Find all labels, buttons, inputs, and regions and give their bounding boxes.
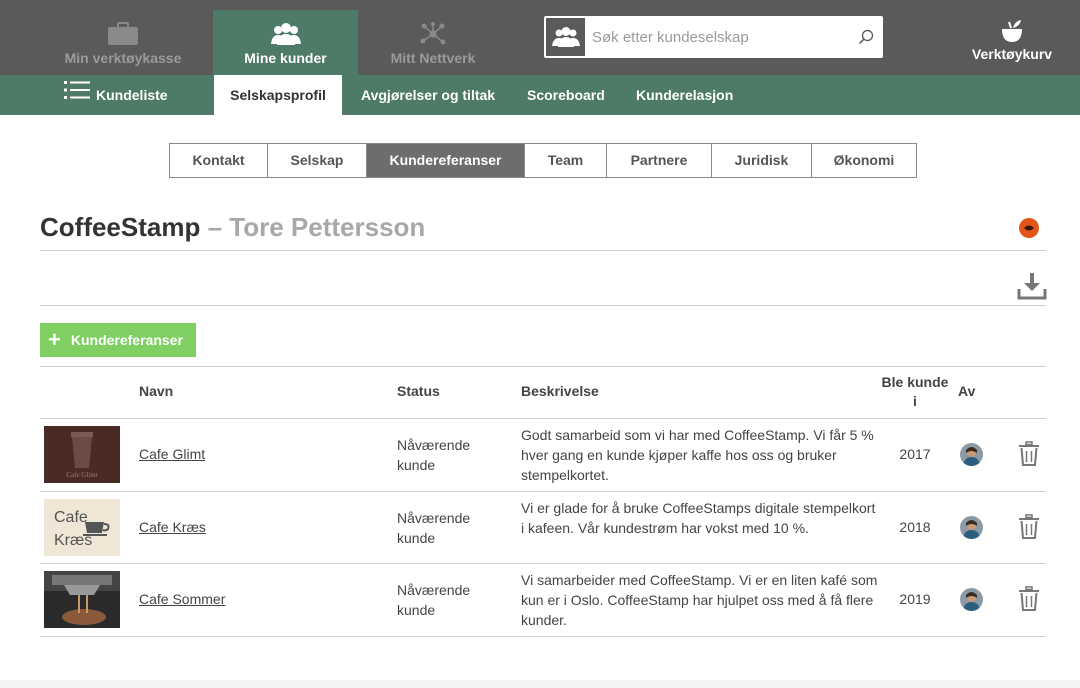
customer-search — [544, 16, 883, 58]
basket-icon — [999, 16, 1025, 44]
table-row: Cafe Kræs Cafe Kræs Nåværende kunde Vi e… — [40, 492, 1046, 564]
cafe-glimt-logo-text: Cafe Glimt — [66, 471, 97, 479]
reference-year: 2018 — [899, 518, 931, 535]
subnav-customer-list[interactable]: Kundeliste — [46, 75, 186, 115]
title-separator: – — [207, 212, 223, 242]
subnav-decisions[interactable]: Avgjørelser og tiltak — [343, 75, 513, 115]
nav-my-toolbox[interactable]: Min verktøykasse — [58, 10, 188, 75]
nav-my-network-label: Mitt Nettverk — [390, 49, 476, 66]
download-icon[interactable] — [1017, 272, 1047, 300]
reference-description: Vi er glade for å bruke CoffeeStamps dig… — [521, 499, 876, 536]
reference-year: 2017 — [899, 446, 931, 462]
subnav-scoreboard[interactable]: Scoreboard — [509, 75, 623, 115]
table-row: Cafe Sommer Nåværende kunde Vi samarbeid… — [40, 564, 1046, 637]
toolbasket-button[interactable]: Verktøykurv — [966, 16, 1058, 66]
add-customer-reference-label: Kundereferanser — [70, 332, 183, 348]
divider — [40, 305, 1046, 306]
trash-icon[interactable] — [1018, 513, 1040, 540]
user-avatar-icon[interactable] — [960, 515, 983, 539]
customer-references-table: Navn Status Beskrivelse Ble kunde i Av C… — [40, 366, 1046, 637]
status-indicator-icon[interactable] — [1019, 218, 1039, 238]
subnav-customer-list-label: Kundeliste — [96, 87, 168, 103]
hamburger-icon — [64, 75, 90, 115]
subnav-company-profile[interactable]: Selskapsprofil — [214, 75, 342, 115]
cafe-kraes-logo-text-1: Cafe — [54, 509, 88, 526]
tab-economy[interactable]: Økonomi — [812, 144, 916, 177]
people-icon — [269, 20, 303, 46]
company-name: CoffeeStamp — [40, 212, 201, 242]
contact-person: Tore Pettersson — [229, 212, 426, 242]
column-header-name[interactable]: Navn — [139, 383, 173, 399]
reference-name-link[interactable]: Cafe Kræs — [139, 519, 206, 535]
reference-status: Nåværende kunde — [397, 509, 471, 546]
secondary-navigation-bar: Kundeliste Selskapsprofil Avgjørelser og… — [0, 75, 1080, 115]
table-header: Navn Status Beskrivelse Ble kunde i Av — [40, 367, 1046, 419]
tab-partners[interactable]: Partnere — [607, 144, 712, 177]
top-navigation-bar: Min verktøykasse Mine kunder Mitt Nettve… — [0, 0, 1080, 75]
divider — [40, 250, 1046, 251]
tab-customer-references[interactable]: Kundereferanser — [367, 144, 525, 177]
cafe-kraes-logo[interactable]: Cafe Kræs — [44, 498, 120, 556]
cafe-sommer-photo[interactable] — [44, 571, 120, 628]
reference-year: 2019 — [899, 591, 931, 607]
toolbasket-label: Verktøykurv — [971, 46, 1053, 62]
user-avatar-icon[interactable] — [960, 588, 983, 611]
trash-icon[interactable] — [1018, 586, 1040, 612]
nav-my-toolbox-label: Min verktøykasse — [64, 49, 182, 66]
tab-team[interactable]: Team — [525, 144, 607, 177]
reference-description: Godt samarbeid som vi har med CoffeeStam… — [521, 427, 874, 483]
tab-contact[interactable]: Kontakt — [170, 144, 268, 177]
plus-icon: + — [48, 327, 61, 352]
subnav-customer-relation[interactable]: Kunderelasjon — [618, 75, 751, 115]
nav-my-network[interactable]: Mitt Nettverk — [368, 10, 498, 75]
reference-description: Vi samarbeider med CoffeeStamp. Vi er en… — [521, 572, 878, 628]
nav-my-customers[interactable]: Mine kunder — [213, 10, 358, 75]
column-header-year[interactable]: Ble kunde i — [880, 373, 950, 411]
profile-tabs: Kontakt Selskap Kundereferanser Team Par… — [169, 143, 917, 178]
trash-icon[interactable] — [1018, 441, 1040, 467]
reference-status: Nåværende kunde — [397, 437, 471, 473]
reference-status: Nåværende kunde — [397, 582, 471, 618]
tab-company[interactable]: Selskap — [268, 144, 367, 177]
column-header-by[interactable]: Av — [958, 383, 975, 399]
network-icon — [419, 20, 447, 46]
page-footer-strip — [0, 680, 1080, 688]
add-customer-reference-button[interactable]: + Kundereferanser — [40, 323, 196, 357]
user-avatar-icon[interactable] — [960, 443, 983, 466]
search-input[interactable] — [586, 17, 849, 57]
tab-legal[interactable]: Juridisk — [712, 144, 812, 177]
reference-name-link[interactable]: Cafe Glimt — [139, 446, 205, 462]
nav-my-customers-label: Mine kunder — [244, 49, 327, 66]
page-title: CoffeeStamp – Tore Pettersson — [40, 212, 425, 243]
reference-name-link[interactable]: Cafe Sommer — [139, 591, 225, 607]
cafe-glimt-logo[interactable]: Cafe Glimt — [44, 426, 120, 483]
column-header-description[interactable]: Beskrivelse — [521, 383, 599, 399]
people-icon — [545, 17, 586, 57]
table-row: Cafe Glimt Cafe Glimt Nåværende kunde Go… — [40, 419, 1046, 492]
magnifier-icon[interactable] — [849, 29, 883, 45]
column-header-status[interactable]: Status — [397, 383, 440, 399]
briefcase-icon — [107, 20, 139, 46]
